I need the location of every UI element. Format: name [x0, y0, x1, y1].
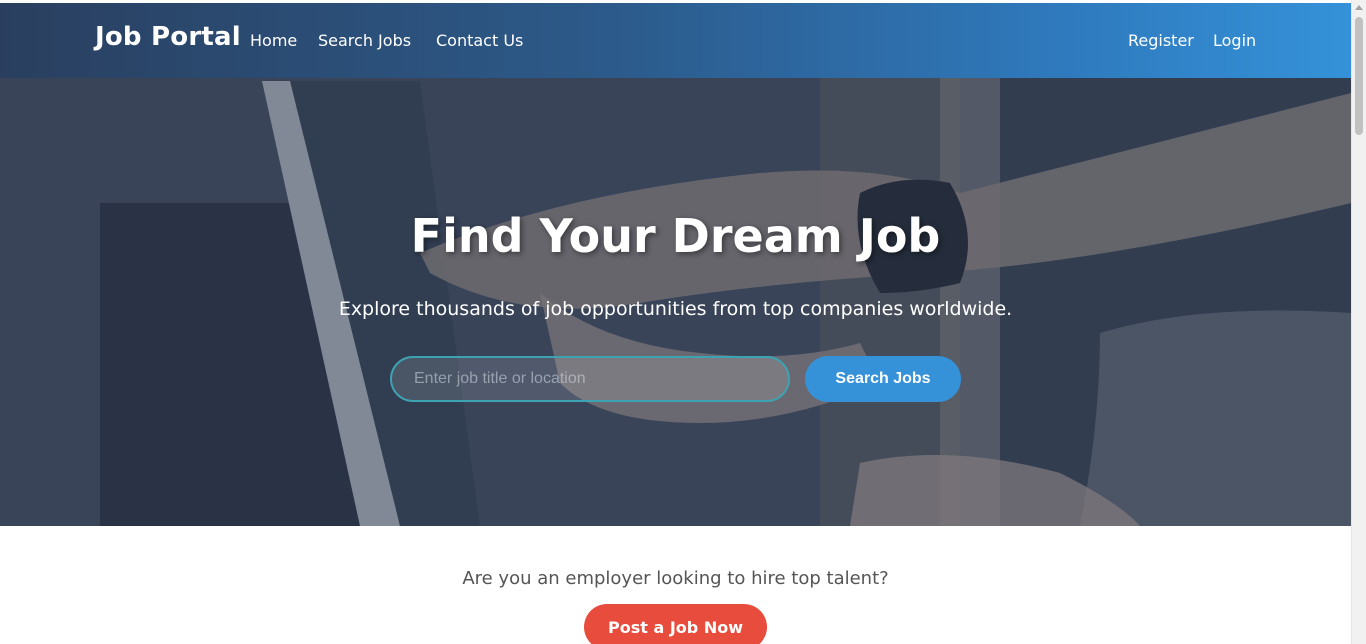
post-job-button[interactable]: Post a Job Now	[584, 604, 767, 644]
hero-subtitle: Explore thousands of job opportunities f…	[338, 298, 1013, 320]
nav-login[interactable]: Login	[1213, 31, 1256, 50]
nav-search-jobs[interactable]: Search Jobs	[318, 31, 411, 50]
scrollbar-thumb[interactable]	[1355, 17, 1363, 135]
nav-contact-us[interactable]: Contact Us	[436, 31, 523, 50]
hero-overlay	[0, 3, 1351, 526]
employer-cta-text: Are you an employer looking to hire top …	[462, 568, 889, 589]
nav-home[interactable]: Home	[250, 31, 297, 50]
site-logo[interactable]: Job Portal	[95, 22, 241, 52]
page: Find Your Dream Job Explore thousands of…	[0, 3, 1351, 644]
vertical-scrollbar[interactable]	[1351, 0, 1366, 644]
job-search-input[interactable]	[390, 356, 790, 402]
nav-register[interactable]: Register	[1128, 31, 1194, 50]
search-jobs-button[interactable]: Search Jobs	[805, 356, 961, 402]
hero-section: Find Your Dream Job Explore thousands of…	[0, 3, 1351, 526]
hero-title: Find Your Dream Job	[410, 209, 941, 263]
scroll-up-arrow-icon[interactable]	[1355, 5, 1363, 10]
site-header: Job Portal Home Search Jobs Contact Us R…	[0, 3, 1351, 78]
